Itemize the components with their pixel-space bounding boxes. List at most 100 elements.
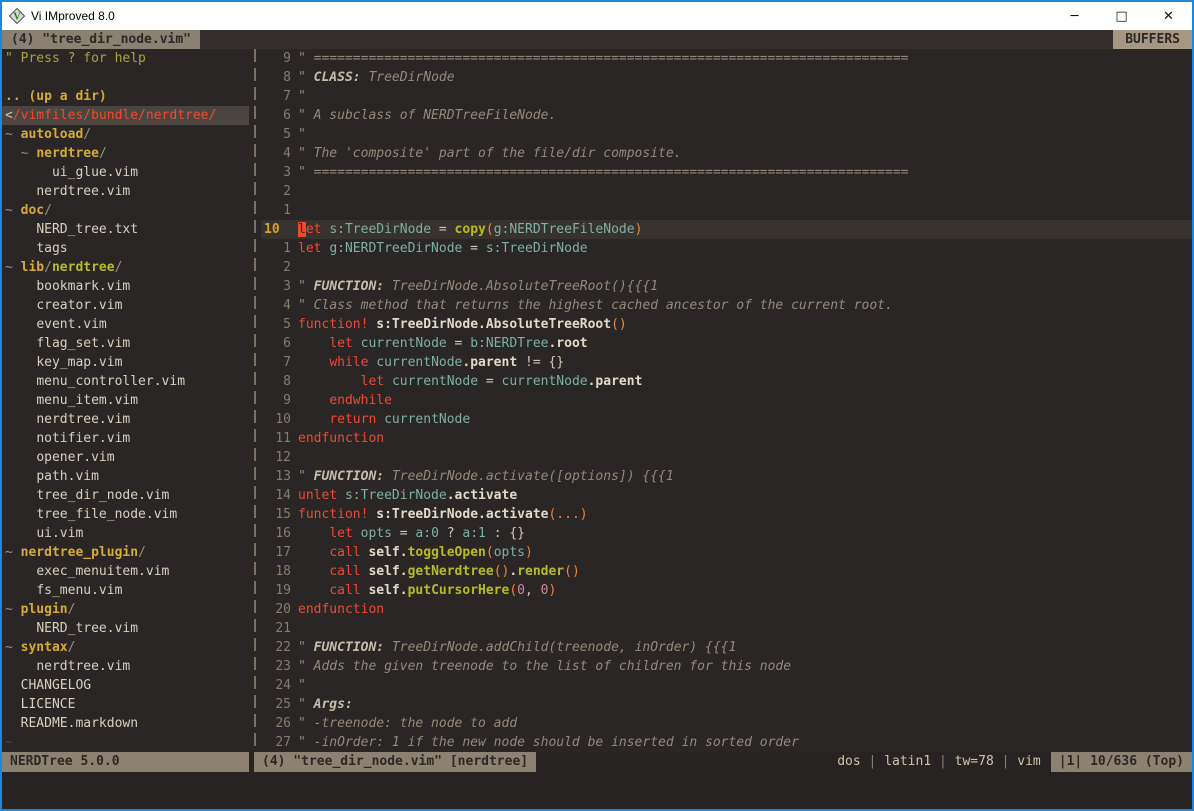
code-text: " — [298, 125, 306, 144]
nerdtree-item[interactable]: .. (up a dir) — [5, 87, 249, 106]
nerdtree-item[interactable]: nerdtree.vim — [5, 410, 249, 429]
code-line[interactable]: 21 — [261, 619, 1192, 638]
code-line[interactable]: 7" — [261, 87, 1192, 106]
maximize-button[interactable]: □ — [1098, 2, 1145, 30]
text-segment: doc — [21, 203, 44, 218]
code-line[interactable]: 4" The 'composite' part of the file/dir … — [261, 144, 1192, 163]
statusline-item: dos — [837, 754, 860, 769]
code-line[interactable]: 22" FUNCTION: TreeDirNode.addChild(treen… — [261, 638, 1192, 657]
code-line[interactable]: 3" FUNCTION: TreeDirNode.AbsoluteTreeRoo… — [261, 277, 1192, 296]
nerdtree-item[interactable]: " Press ? for help — [5, 49, 249, 68]
code-line[interactable]: 4" Class method that returns the highest… — [261, 296, 1192, 315]
code-text: " -treenode: the node to add — [298, 714, 517, 733]
code-line[interactable]: 8" CLASS: TreeDirNode — [261, 68, 1192, 87]
text-segment: TreeDirNode.AbsoluteTreeRoot(){{{1 — [384, 279, 658, 294]
code-line[interactable]: 18 call self.getNerdtree().render() — [261, 562, 1192, 581]
nerdtree-item[interactable]: ~ nerdtree/ — [5, 144, 249, 163]
nerdtree-item[interactable]: NERD_tree.vim — [5, 619, 249, 638]
nerdtree-item[interactable]: ~ plugin/ — [5, 600, 249, 619]
code-line[interactable]: 2 — [261, 182, 1192, 201]
nerdtree-item[interactable]: fs_menu.vim — [5, 581, 249, 600]
text-segment: / — [44, 260, 52, 275]
nerdtree-item[interactable]: nerdtree.vim — [5, 657, 249, 676]
nerdtree-item[interactable]: ~ — [5, 733, 249, 752]
nerdtree-item[interactable]: tree_file_node.vim — [5, 505, 249, 524]
nerdtree-item[interactable]: path.vim — [5, 467, 249, 486]
nerdtree-item[interactable]: nerdtree.vim — [5, 182, 249, 201]
text-segment: ) — [525, 545, 533, 560]
text-segment: a:1 — [462, 526, 485, 541]
text-segment: s:TreeDirNode — [486, 241, 588, 256]
nerdtree-item[interactable]: menu_controller.vim — [5, 372, 249, 391]
code-line[interactable]: 1let g:NERDTreeDirNode = s:TreeDirNode — [261, 239, 1192, 258]
code-line[interactable]: 25" Args: — [261, 695, 1192, 714]
code-line[interactable]: 13" FUNCTION: TreeDirNode.activate([opti… — [261, 467, 1192, 486]
code-text: let s:TreeDirNode = copy(g:NERDTreeFileN… — [298, 220, 642, 239]
minimize-button[interactable]: ─ — [1051, 2, 1098, 30]
code-line[interactable]: 26" -treenode: the node to add — [261, 714, 1192, 733]
nerdtree-item[interactable]: ~ doc/ — [5, 201, 249, 220]
code-line[interactable]: 9 endwhile — [261, 391, 1192, 410]
code-line[interactable]: 15function! s:TreeDirNode.activate(...) — [261, 505, 1192, 524]
code-line[interactable]: 16 let opts = a:0 ? a:1 : {} — [261, 524, 1192, 543]
nerdtree-item[interactable]: notifier.vim — [5, 429, 249, 448]
line-number: 3 — [261, 277, 298, 296]
code-line[interactable]: 5function! s:TreeDirNode.AbsoluteTreeRoo… — [261, 315, 1192, 334]
code-line[interactable]: 24" — [261, 676, 1192, 695]
code-line[interactable]: 20endfunction — [261, 600, 1192, 619]
code-line[interactable]: 19 call self.putCursorHere(0, 0) — [261, 581, 1192, 600]
nerdtree-item[interactable]: creator.vim — [5, 296, 249, 315]
nerdtree-item[interactable]: NERD_tree.txt — [5, 220, 249, 239]
code-line[interactable]: 27" -inOrder: 1 if the new node should b… — [261, 733, 1192, 752]
nerdtree-item[interactable]: menu_item.vim — [5, 391, 249, 410]
nerdtree-item[interactable]: tree_dir_node.vim — [5, 486, 249, 505]
command-line[interactable] — [2, 772, 1192, 809]
text-segment: .root — [548, 336, 587, 351]
nerdtree-item[interactable]: exec_menuitem.vim — [5, 562, 249, 581]
nerdtree-root-path[interactable]: </vimfiles/bundle/nerdtree/ — [2, 106, 249, 125]
code-line[interactable]: 6 let currentNode = b:NERDTree.root — [261, 334, 1192, 353]
nerdtree-item[interactable]: tags — [5, 239, 249, 258]
line-number: 27 — [261, 733, 298, 752]
nerdtree-item[interactable]: ui_glue.vim — [5, 163, 249, 182]
text-segment: () — [494, 564, 510, 579]
window-split-separator[interactable] — [249, 49, 261, 752]
code-line[interactable]: 3" =====================================… — [261, 163, 1192, 182]
text-segment: ~ — [5, 545, 21, 560]
code-line[interactable]: 14unlet s:TreeDirNode.activate — [261, 486, 1192, 505]
code-line-cursor[interactable]: 10let s:TreeDirNode = copy(g:NERDTreeFil… — [261, 220, 1192, 239]
code-line[interactable]: 6" A subclass of NERDTreeFileNode. — [261, 106, 1192, 125]
line-number: 8 — [261, 68, 298, 87]
nerdtree-item[interactable]: event.vim — [5, 315, 249, 334]
tab-tree-dir-node[interactable]: (4) "tree_dir_node.vim" — [2, 30, 200, 49]
close-button[interactable]: ✕ — [1145, 2, 1192, 30]
code-line[interactable]: 8 let currentNode = currentNode.parent — [261, 372, 1192, 391]
nerdtree-item[interactable]: ~ syntax/ — [5, 638, 249, 657]
code-line[interactable]: 23" Adds the given treenode to the list … — [261, 657, 1192, 676]
nerdtree-item[interactable]: CHANGELOG — [5, 676, 249, 695]
nerdtree-item[interactable]: ui.vim — [5, 524, 249, 543]
nerdtree-item[interactable]: opener.vim — [5, 448, 249, 467]
code-line[interactable]: 1 — [261, 201, 1192, 220]
nerdtree-item[interactable] — [5, 68, 249, 87]
code-line[interactable]: 5" — [261, 125, 1192, 144]
code-line[interactable]: 10 return currentNode — [261, 410, 1192, 429]
nerdtree-item[interactable]: ~ nerdtree_plugin/ — [5, 543, 249, 562]
code-line[interactable]: 11endfunction — [261, 429, 1192, 448]
nerdtree-item[interactable]: key_map.vim — [5, 353, 249, 372]
text-segment: < — [5, 108, 13, 123]
nerdtree-item[interactable]: bookmark.vim — [5, 277, 249, 296]
text-segment — [384, 374, 392, 389]
nerdtree-item[interactable]: flag_set.vim — [5, 334, 249, 353]
code-line[interactable]: 7 while currentNode.parent != {} — [261, 353, 1192, 372]
code-line[interactable]: 9" =====================================… — [261, 49, 1192, 68]
nerdtree-item[interactable]: ~ autoload/ — [5, 125, 249, 144]
nerdtree-item[interactable]: ~ lib/nerdtree/ — [5, 258, 249, 277]
nerdtree-item[interactable]: LICENCE — [5, 695, 249, 714]
code-text: " FUNCTION: TreeDirNode.activate([option… — [298, 467, 674, 486]
code-line[interactable]: 12 — [261, 448, 1192, 467]
code-line[interactable]: 2 — [261, 258, 1192, 277]
nerdtree-item[interactable]: README.markdown — [5, 714, 249, 733]
code-line[interactable]: 17 call self.toggleOpen(opts) — [261, 543, 1192, 562]
close-icon: ✕ — [1163, 9, 1174, 24]
